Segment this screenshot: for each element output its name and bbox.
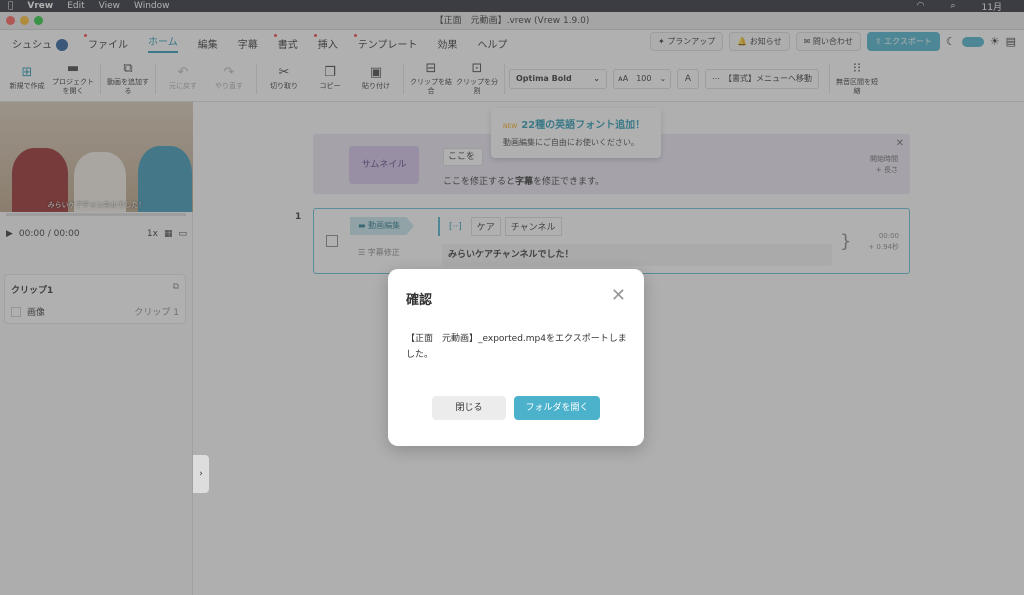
close-button[interactable]: 閉じる <box>432 396 506 420</box>
confirm-dialog: 確認 ✕ 【正面 元動画】_exported.mp4をエクスポートしました。 閉… <box>388 269 644 446</box>
close-icon[interactable]: ✕ <box>611 285 626 306</box>
open-folder-button[interactable]: フォルダを開く <box>514 396 600 420</box>
panel-expand-button[interactable]: › <box>193 455 209 493</box>
dialog-title: 確認 <box>406 293 433 308</box>
dialog-message: 【正面 元動画】_exported.mp4をエクスポートしました。 <box>406 334 627 360</box>
